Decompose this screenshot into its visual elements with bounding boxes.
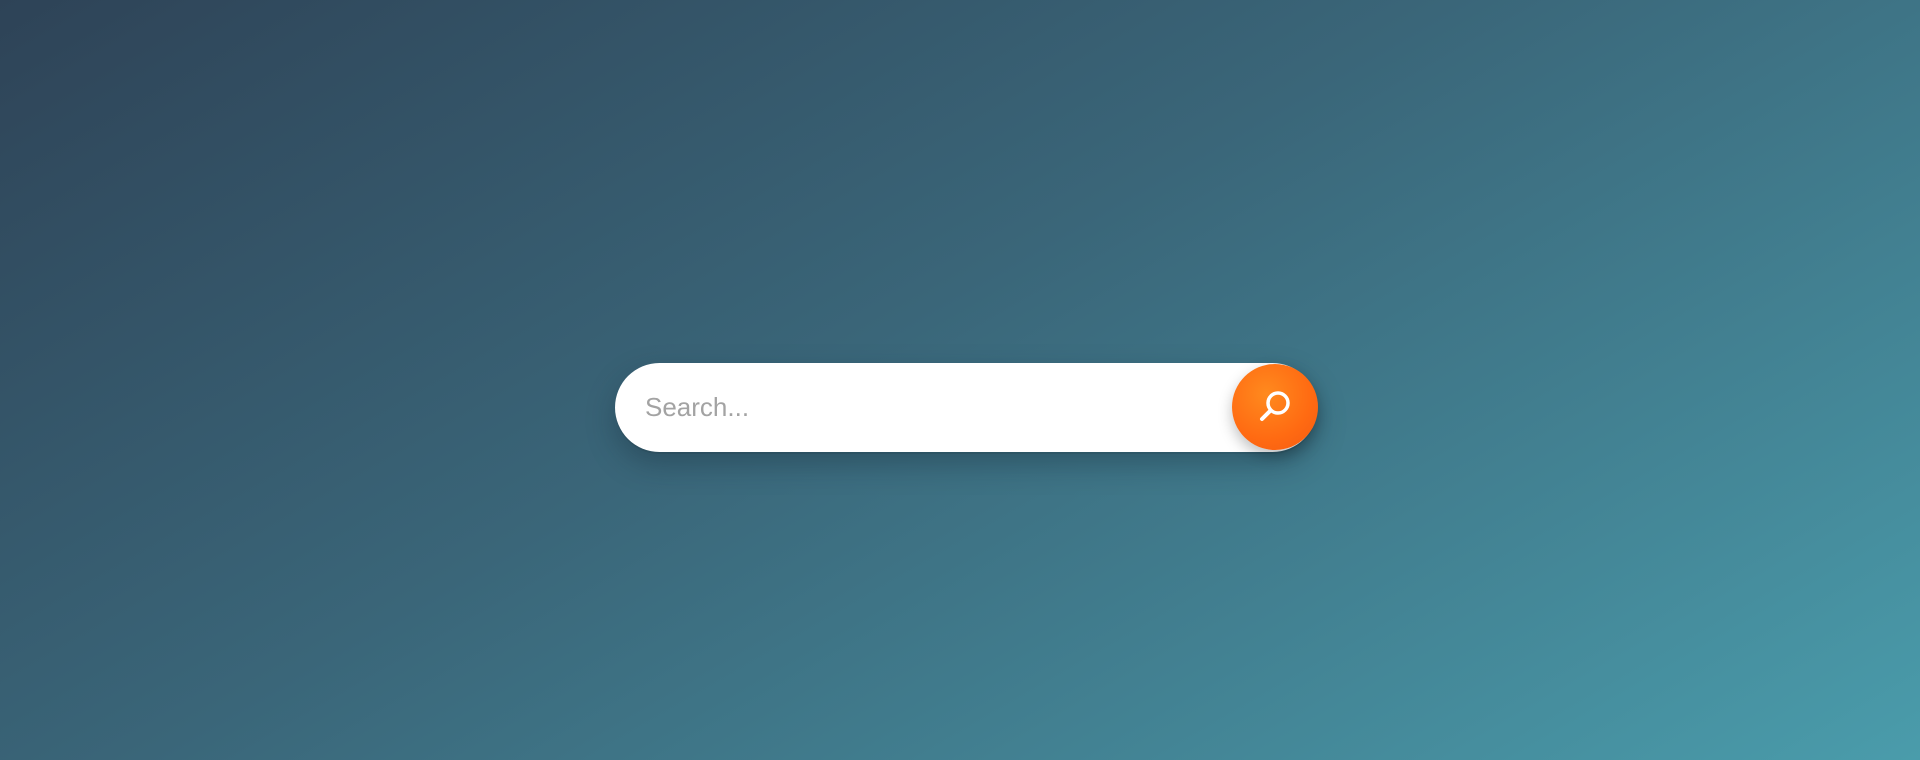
search-icon bbox=[1260, 391, 1290, 421]
search-input[interactable] bbox=[645, 363, 1205, 452]
search-bar bbox=[615, 363, 1318, 452]
search-button[interactable] bbox=[1232, 364, 1318, 450]
